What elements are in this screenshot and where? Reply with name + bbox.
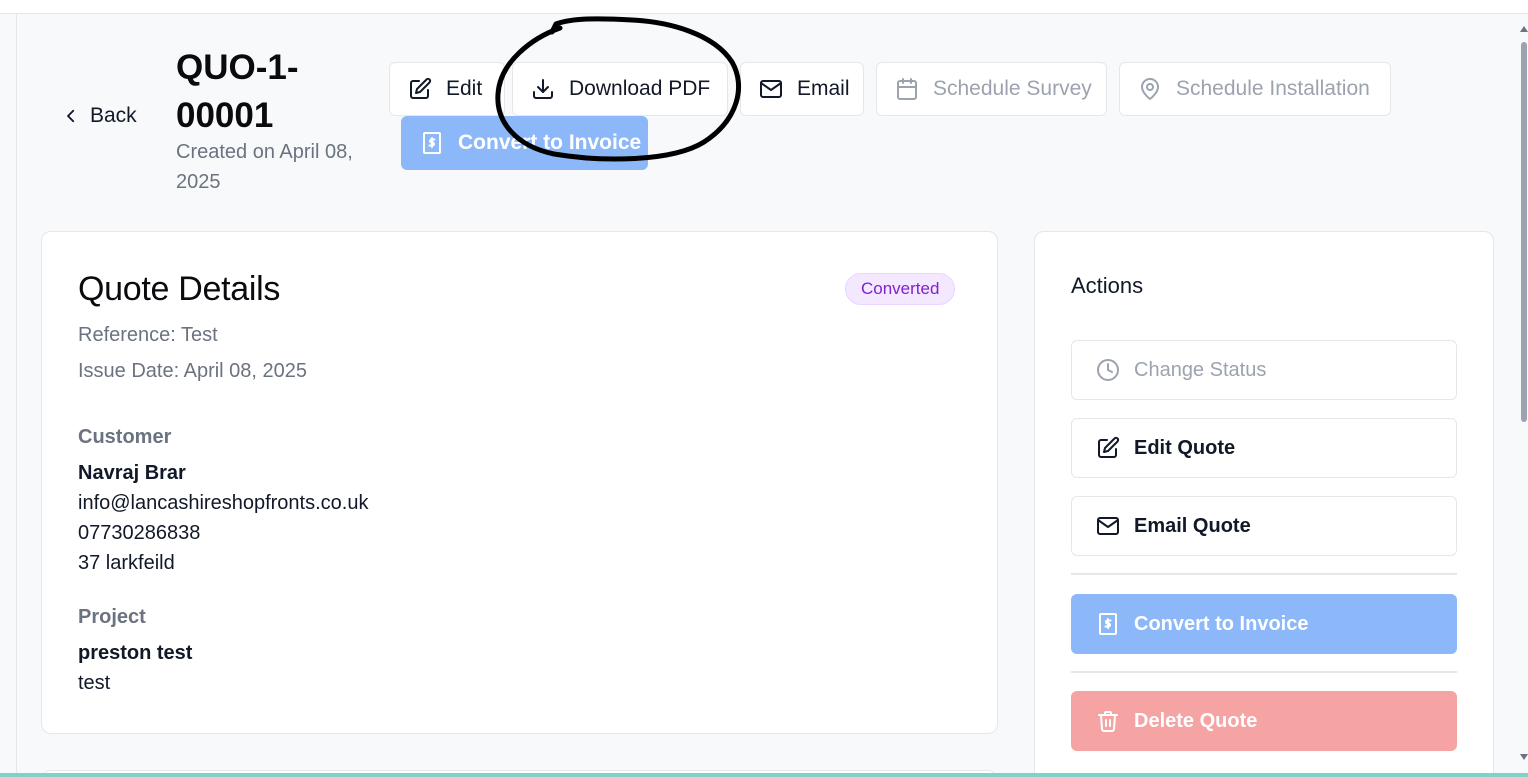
scroll-down-arrow[interactable] (1520, 754, 1528, 760)
receipt-icon (423, 132, 441, 154)
actions-divider (1071, 573, 1457, 575)
trash-icon (1098, 711, 1118, 732)
email-quote-label: Email Quote (1134, 514, 1251, 537)
customer-name: Navraj Brar (78, 462, 186, 484)
issue-date-text: Issue Date: April 08, 2025 (78, 360, 308, 382)
delete-quote-button[interactable]: Delete Quote (1071, 691, 1457, 751)
convert-to-invoice-action-label: Convert to Invoice (1134, 612, 1309, 635)
email-button[interactable]: Email (740, 62, 864, 116)
page-title: QUO-1-00001 (176, 48, 299, 135)
schedule-survey-button[interactable]: Schedule Survey (876, 62, 1107, 116)
project-name: preston test (78, 642, 193, 664)
edit-icon (1098, 436, 1120, 458)
calendar-icon (897, 78, 917, 100)
schedule-installation-button[interactable]: Schedule Installation (1119, 62, 1391, 116)
quote-details-heading: Quote Details (78, 270, 281, 308)
download-icon (533, 79, 553, 99)
change-status-label: Change Status (1134, 358, 1267, 381)
quote-details-card: Quote Details Converted Reference: Test … (41, 231, 998, 734)
project-label: Project (78, 606, 146, 628)
actions-heading: Actions (1071, 273, 1144, 298)
project-description: test (78, 672, 111, 694)
convert-to-invoice-button[interactable]: Convert to Invoice (401, 116, 648, 170)
mail-icon (760, 80, 782, 98)
left-border (16, 14, 17, 777)
convert-to-invoice-action-button[interactable]: Convert to Invoice (1071, 594, 1457, 654)
customer-phone: 07730286838 (78, 522, 201, 544)
mail-icon (1097, 517, 1119, 535)
created-date: Created on April 08, 2025 (176, 141, 353, 193)
status-badge: Converted (845, 273, 956, 305)
convert-to-invoice-label: Convert to Invoice (458, 131, 642, 154)
page-scrollbar[interactable] (1518, 14, 1528, 777)
change-status-button[interactable]: Change Status (1071, 340, 1457, 400)
edit-icon (410, 77, 432, 99)
edit-label: Edit (446, 77, 483, 100)
customer-email: info@lancashireshopfronts.co.uk (78, 492, 369, 514)
top-border (0, 0, 1528, 14)
map-pin-icon (1141, 78, 1159, 100)
customer-label: Customer (78, 426, 172, 448)
actions-divider (1071, 671, 1457, 673)
edit-quote-label: Edit Quote (1134, 436, 1236, 459)
download-pdf-button[interactable]: Download PDF (512, 62, 728, 116)
clock-icon (1097, 359, 1119, 381)
scroll-up-arrow[interactable] (1520, 26, 1528, 32)
customer-address: 37 larkfeild (78, 552, 175, 574)
scroll-thumb[interactable] (1521, 42, 1527, 422)
receipt-icon (1099, 613, 1117, 635)
reference-text: Reference: Test (78, 324, 218, 346)
delete-quote-label: Delete Quote (1134, 709, 1258, 732)
download-pdf-label: Download PDF (569, 77, 711, 100)
schedule-installation-label: Schedule Installation (1176, 77, 1370, 100)
email-quote-button[interactable]: Email Quote (1071, 496, 1457, 556)
bottom-accent-line (0, 773, 1528, 777)
chevron-left-icon (67, 109, 75, 123)
schedule-survey-label: Schedule Survey (933, 77, 1092, 100)
back-label: Back (90, 104, 137, 127)
back-button[interactable]: Back (62, 104, 137, 128)
actions-card: Actions Change Status Edit Quote Email Q… (1034, 231, 1494, 777)
edit-button[interactable]: Edit (389, 62, 505, 116)
edit-quote-button[interactable]: Edit Quote (1071, 418, 1457, 478)
email-label: Email (797, 77, 850, 100)
